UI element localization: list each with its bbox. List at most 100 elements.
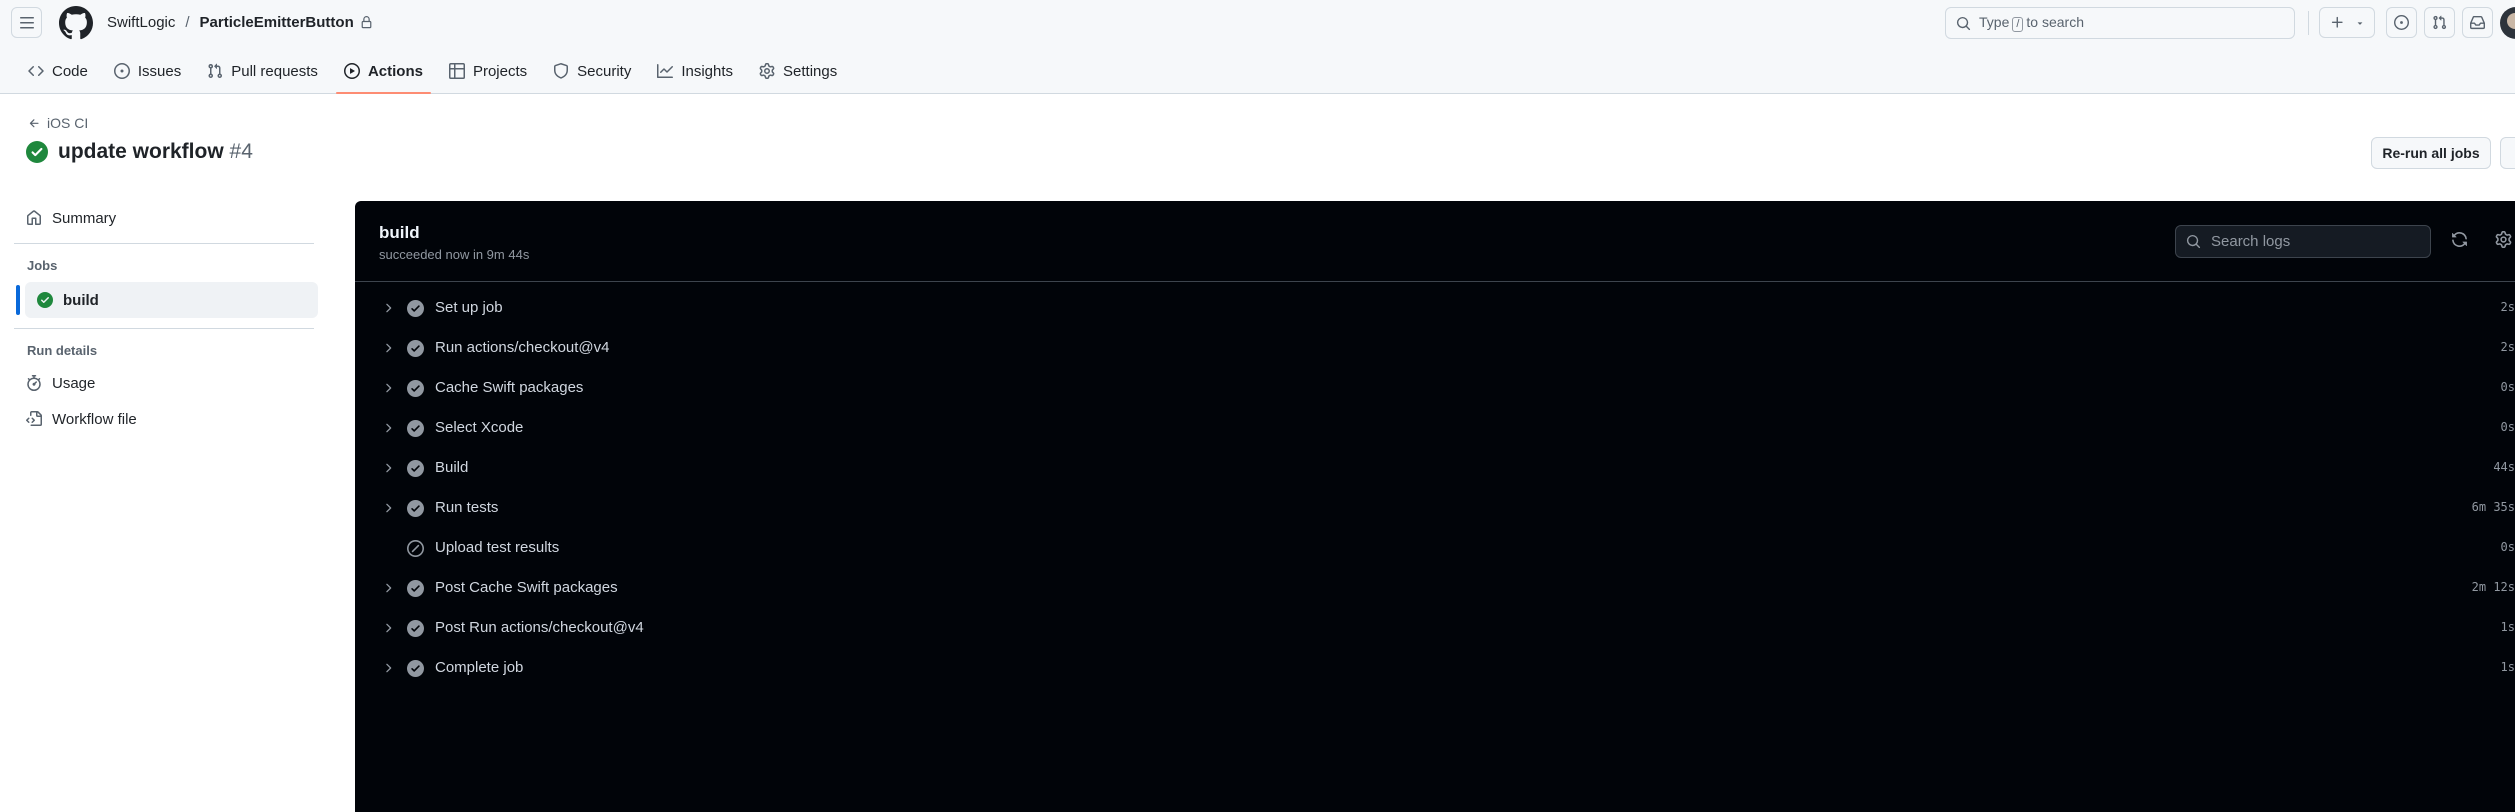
more-options-button[interactable]: ··· <box>2500 137 2515 169</box>
chevron-right-icon <box>386 663 392 673</box>
rerun-all-jobs-button[interactable]: Re-run all jobs <box>2371 137 2491 169</box>
breadcrumb-separator: / <box>185 14 190 31</box>
check-circle-fill-icon <box>407 340 424 357</box>
check-circle-fill-icon <box>407 620 424 637</box>
job-step-duration: 44s <box>2493 460 2515 474</box>
tab-projects-label: Projects <box>472 62 528 80</box>
triangle-down-icon <box>2357 21 2362 25</box>
sidebar-item-summary[interactable]: Summary <box>14 200 314 236</box>
sync-icon[interactable] <box>2451 231 2468 248</box>
chevron-right-icon <box>386 463 392 473</box>
tab-insights-label: Insights <box>681 62 734 80</box>
issues-button[interactable] <box>2386 7 2417 38</box>
tab-pull-requests-label: Pull requests <box>231 62 318 80</box>
job-log-header: build succeeded now in 9m 44s Search log… <box>355 201 2515 282</box>
tab-code-label: Code <box>52 62 88 80</box>
pull-requests-button[interactable] <box>2424 7 2455 38</box>
job-step-row[interactable]: Complete job 1s <box>355 648 2515 688</box>
job-step-duration: 2s <box>2500 300 2515 314</box>
repo-name-link[interactable]: ParticleEmitterButton <box>200 14 354 31</box>
chevron-right-icon <box>386 383 392 393</box>
code-icon <box>28 65 44 77</box>
shield-icon <box>554 63 569 79</box>
job-step-row[interactable]: Upload test results 0s <box>355 528 2515 568</box>
job-step-label: Run tests <box>435 499 499 516</box>
tab-settings[interactable]: Settings <box>747 54 849 88</box>
repo-owner-link[interactable]: SwiftLogic <box>107 14 175 31</box>
create-new-button[interactable] <box>2319 7 2375 38</box>
check-circle-fill-icon <box>407 420 424 437</box>
tab-actions[interactable]: Actions <box>332 54 435 94</box>
job-step-duration: 0s <box>2500 420 2515 434</box>
job-step-label: Upload test results <box>435 539 560 556</box>
check-circle-fill-icon <box>407 500 424 517</box>
inbox-button[interactable] <box>2462 7 2493 38</box>
job-step-label: Complete job <box>435 659 524 676</box>
header-divider <box>2308 11 2309 35</box>
sidebar-item-usage[interactable]: Usage <box>14 365 314 401</box>
job-step-row[interactable]: Run tests 6m 35s <box>355 488 2515 528</box>
search-shortcut-key: / <box>2012 17 2024 32</box>
search-icon <box>2186 234 2201 249</box>
run-title: update workflow <box>58 140 224 163</box>
three-bars-icon <box>19 16 34 28</box>
back-to-workflow-link[interactable]: iOS CI <box>28 115 88 131</box>
job-step-duration: 0s <box>2500 540 2515 554</box>
graph-icon <box>657 64 674 78</box>
check-circle-fill-icon <box>37 292 53 308</box>
tab-security[interactable]: Security <box>541 54 643 88</box>
github-logo-icon[interactable] <box>59 6 93 40</box>
job-step-row[interactable]: Set up job 2s <box>355 288 2515 328</box>
tab-actions-label: Actions <box>367 62 423 80</box>
job-step-duration: 2m 12s <box>2471 580 2515 594</box>
page-title: update workflow #4 <box>26 140 253 164</box>
check-circle-fill-icon <box>407 300 424 317</box>
sidebar-divider <box>14 243 314 244</box>
sidebar-item-summary-label: Summary <box>52 209 117 227</box>
hamburger-menu-button[interactable] <box>11 7 42 38</box>
job-log-panel: build succeeded now in 9m 44s Search log… <box>355 201 2515 812</box>
play-icon <box>343 63 360 79</box>
tab-code[interactable]: Code <box>16 54 100 88</box>
user-avatar[interactable] <box>2500 7 2515 39</box>
table-icon <box>448 63 465 79</box>
job-step-duration: 2s <box>2500 340 2515 354</box>
git-pull-request-icon <box>208 63 223 79</box>
git-pull-request-icon <box>2433 15 2447 30</box>
run-details-heading: Run details <box>27 343 98 358</box>
check-circle-fill-icon <box>407 380 424 397</box>
job-status-text: succeeded now in 9m 44s <box>379 247 530 262</box>
chevron-right-icon <box>386 503 392 513</box>
search-icon <box>1956 16 1971 30</box>
job-step-row[interactable]: Post Run actions/checkout@v4 1s <box>355 608 2515 648</box>
run-sidebar: Summary Jobs build Run details Usage Wor… <box>14 200 318 437</box>
breadcrumb: SwiftLogic / ParticleEmitterButton <box>107 14 373 31</box>
job-step-row[interactable]: Cache Swift packages 0s <box>355 368 2515 408</box>
gear-icon[interactable] <box>2495 231 2512 248</box>
check-circle-fill-icon <box>26 141 48 163</box>
tab-insights[interactable]: Insights <box>645 54 745 88</box>
jobs-heading: Jobs <box>27 258 58 273</box>
tab-issues[interactable]: Issues <box>102 54 193 88</box>
inbox-icon <box>2470 15 2485 30</box>
job-step-row[interactable]: Run actions/checkout@v4 2s <box>355 328 2515 368</box>
job-step-row[interactable]: Post Cache Swift packages 2m 12s <box>355 568 2515 608</box>
sidebar-item-usage-label: Usage <box>52 374 96 392</box>
chevron-right-icon <box>386 303 392 313</box>
skip-icon <box>407 540 424 557</box>
repo-nav-tabs: Code Issues Pull requests Actions Projec… <box>16 54 851 94</box>
sidebar-item-workflow-file[interactable]: Workflow file <box>14 401 314 437</box>
job-step-duration: 0s <box>2500 380 2515 394</box>
sidebar-divider <box>14 328 314 329</box>
tab-projects[interactable]: Projects <box>437 54 539 88</box>
tab-pull-requests[interactable]: Pull requests <box>195 54 330 88</box>
job-step-row[interactable]: Build 44s <box>355 448 2515 488</box>
job-step-row[interactable]: Select Xcode 0s <box>355 408 2515 448</box>
stopwatch-icon <box>27 375 41 391</box>
global-search-input[interactable]: Type / to search <box>1945 7 2295 39</box>
arrow-left-icon <box>29 118 39 127</box>
job-steps-list: Set up job 2s Run actions/checkout@v4 2s… <box>355 282 2515 688</box>
sidebar-item-build[interactable]: build <box>16 282 318 318</box>
job-step-duration: 1s <box>2500 620 2515 634</box>
search-logs-input[interactable]: Search logs <box>2175 225 2431 258</box>
